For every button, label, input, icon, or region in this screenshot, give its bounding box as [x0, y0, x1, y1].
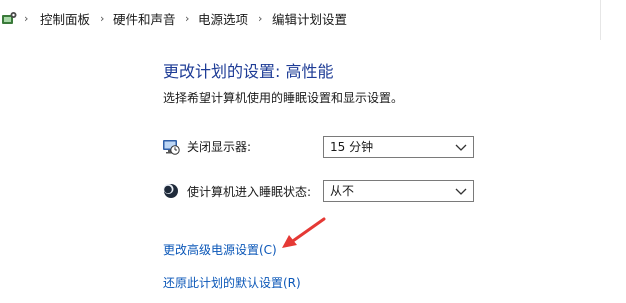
sleep-select[interactable]: 从不	[323, 180, 474, 202]
breadcrumb-power-options[interactable]: 电源选项	[198, 12, 248, 28]
advanced-power-settings-link[interactable]: 更改高级电源设置(C)	[163, 242, 277, 258]
page-subtitle: 选择希望计算机使用的睡眠设置和显示设置。	[163, 91, 404, 105]
chevron-down-icon	[455, 188, 467, 195]
annotation-arrow-icon	[282, 217, 326, 248]
breadcrumb-separator: ›	[185, 12, 190, 25]
address-bar: › 控制面板 › 硬件和声音 › 电源选项 › 编辑计划设置	[0, 0, 626, 40]
page-title: 更改计划的设置: 高性能	[163, 62, 334, 81]
breadcrumb-separator: ›	[24, 12, 29, 25]
breadcrumb-separator: ›	[258, 12, 263, 25]
breadcrumb-edit-plan-settings[interactable]: 编辑计划设置	[272, 12, 347, 28]
sleep-label: 使计算机进入睡眠状态:	[187, 185, 312, 199]
breadcrumb-hardware-sound[interactable]: 硬件和声音	[113, 12, 176, 28]
chevron-down-icon	[455, 144, 467, 151]
turn-off-display-label: 关闭显示器:	[187, 140, 252, 154]
breadcrumb-control-panel[interactable]: 控制面板	[40, 12, 90, 28]
turn-off-display-value: 15 分钟	[330, 140, 374, 154]
monitor-clock-icon	[163, 140, 180, 155]
sleep-value: 从不	[330, 184, 355, 198]
control-panel-icon	[2, 12, 17, 24]
address-bar-divider	[600, 0, 601, 40]
breadcrumb-separator: ›	[100, 12, 105, 25]
edit-plan-settings-window: › 控制面板 › 硬件和声音 › 电源选项 › 编辑计划设置 更改计划的设置: …	[0, 0, 626, 303]
moon-icon	[163, 184, 178, 198]
restore-defaults-link[interactable]: 还原此计划的默认设置(R)	[163, 275, 301, 291]
turn-off-display-select[interactable]: 15 分钟	[323, 136, 474, 158]
